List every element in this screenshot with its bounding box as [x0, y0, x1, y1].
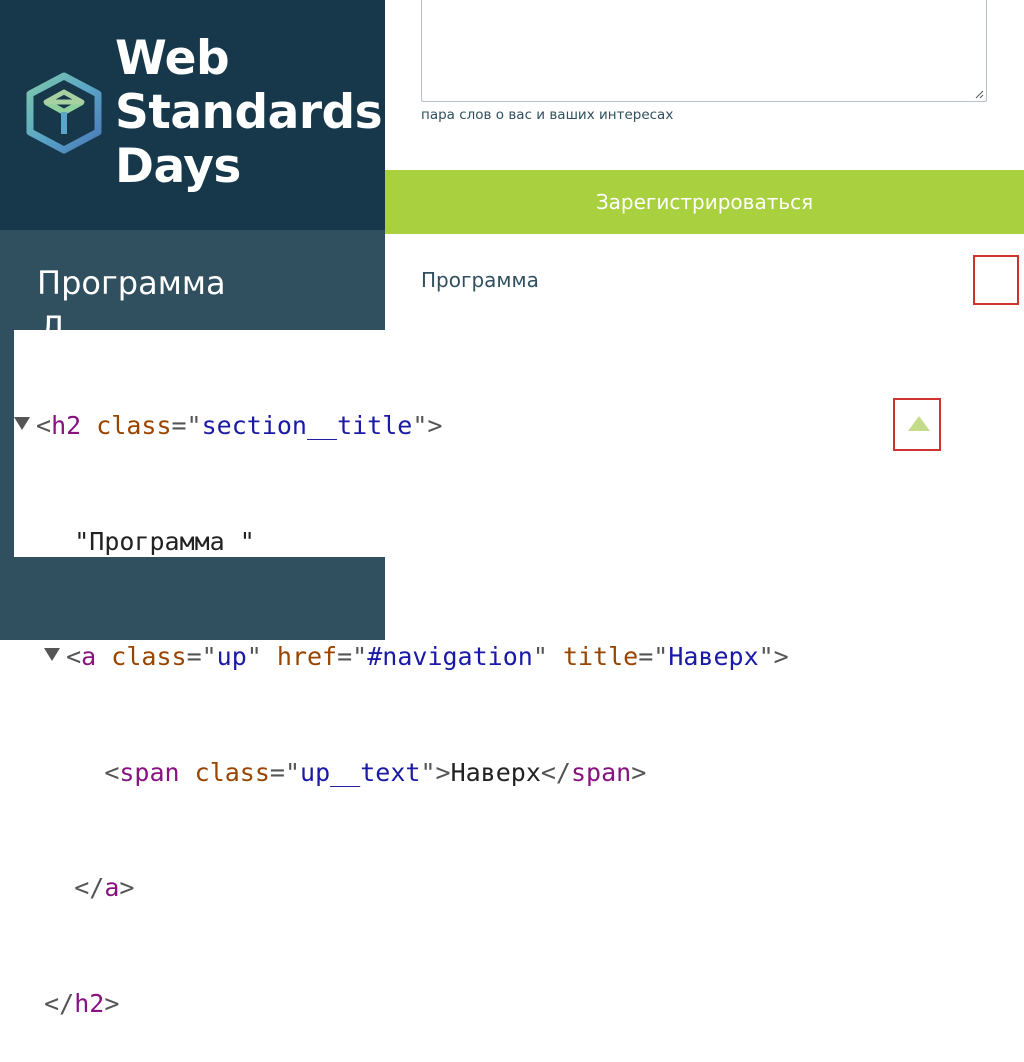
sidebar-item-partial[interactable]: Д	[40, 312, 70, 330]
code-line-a-close[interactable]: </a>	[14, 869, 789, 908]
about-textarea[interactable]	[421, 0, 987, 102]
logo-line-days: Days	[115, 139, 241, 194]
sidebar-header: Web Standards Days	[0, 0, 385, 230]
register-button[interactable]: Зарегистрироваться	[385, 170, 1024, 234]
highlight-box-up-link	[973, 255, 1019, 305]
code-line-text-node[interactable]: "Программа "	[14, 523, 789, 562]
sidebar-item-program[interactable]: Программа	[37, 264, 226, 302]
devtools-code: <h2 class="section__title"> "Программа "…	[14, 330, 789, 1062]
textarea-hint: пара слов о вас и ваших интересах	[421, 107, 674, 123]
up-arrow-icon[interactable]	[908, 416, 930, 431]
logo-line-standards: Standards	[115, 85, 383, 140]
resize-grip-icon[interactable]	[975, 90, 984, 99]
expand-triangle-icon[interactable]	[44, 647, 61, 661]
logo-line-web: Web	[115, 31, 230, 86]
expand-triangle-icon[interactable]	[14, 416, 30, 430]
code-line-h2-close[interactable]: </h2>	[14, 985, 789, 1024]
code-line-span[interactable]: <span class="up__text">Наверх</span>	[14, 754, 789, 793]
site-logo-text[interactable]: Web Standards Days	[115, 31, 383, 194]
code-line-a-open[interactable]: <a class="up" href="#navigation" title="…	[14, 638, 789, 677]
section-title: Программа	[421, 268, 539, 292]
web-standards-days-logo-icon	[26, 72, 102, 154]
code-line-h2-open[interactable]: <h2 class="section__title">	[14, 407, 789, 446]
